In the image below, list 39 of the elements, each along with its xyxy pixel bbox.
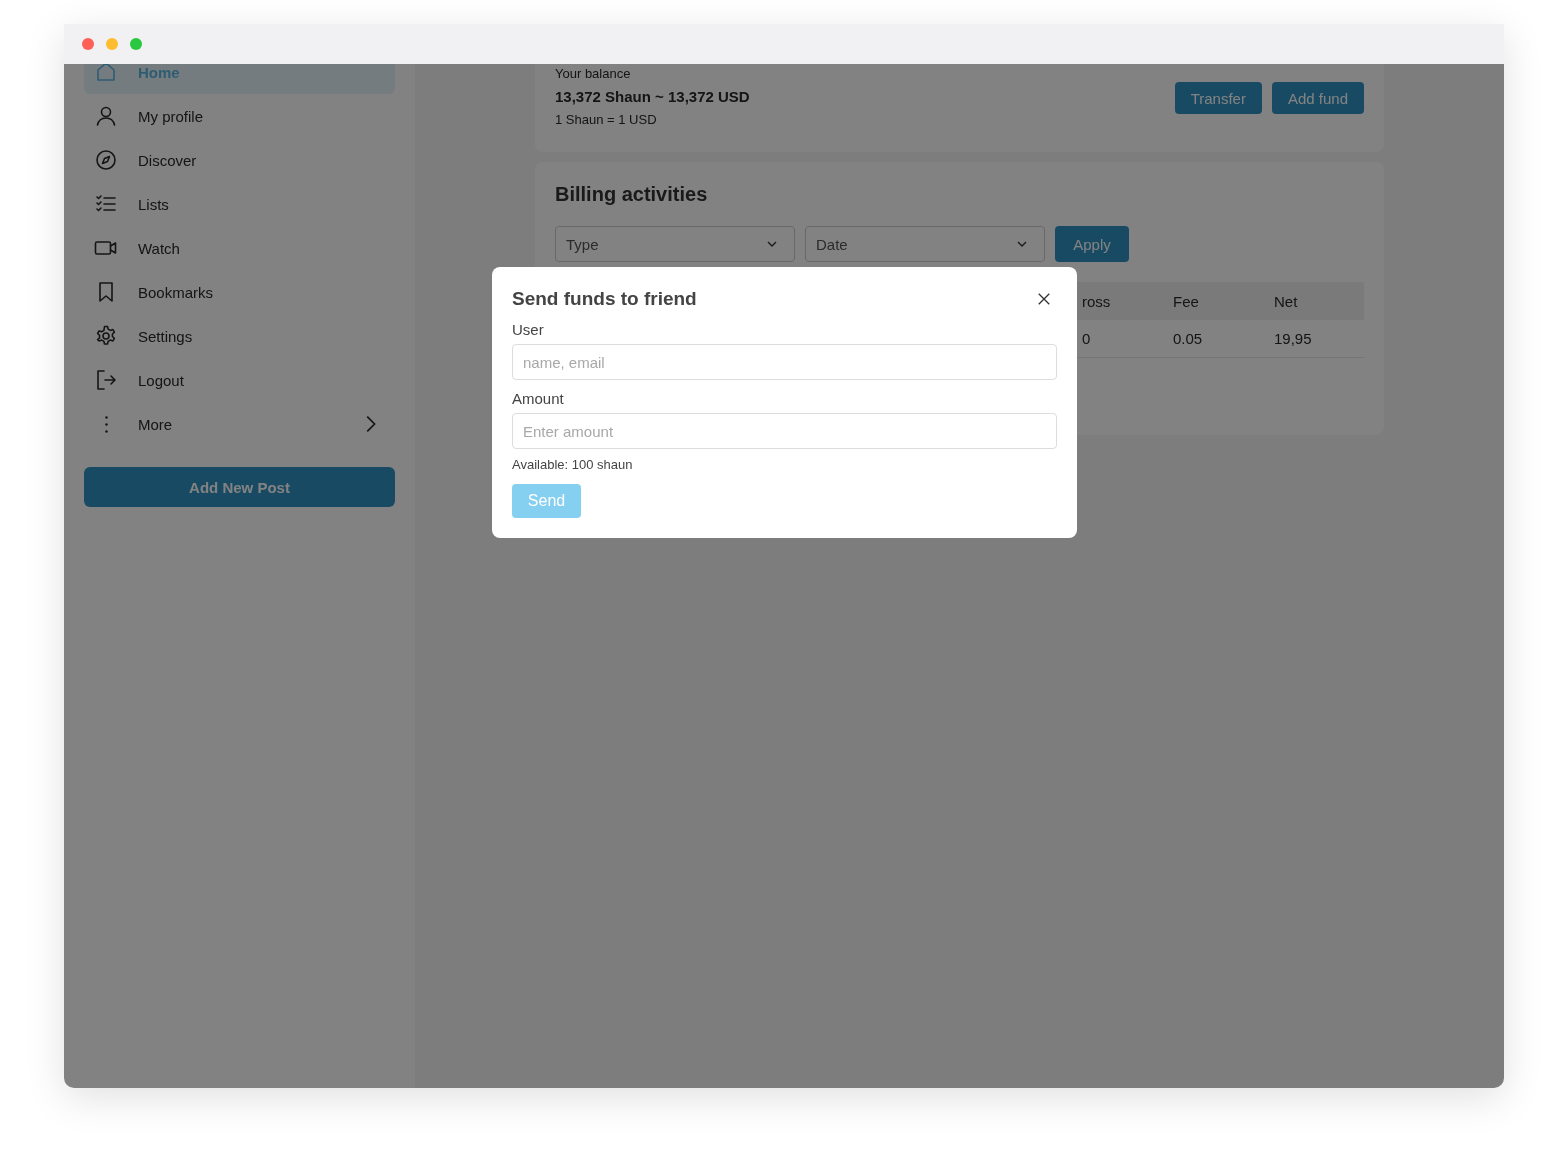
- field-label: User: [512, 321, 545, 338]
- input-field[interactable]: name, email: [512, 344, 1057, 380]
- settings-icon: [94, 324, 118, 348]
- exchange-rate: 1 Shaun = 1 USD: [555, 112, 658, 127]
- column-header: Fee: [1173, 292, 1200, 310]
- sidebar-item[interactable]: More: [84, 402, 395, 446]
- sidebar-item[interactable]: Discover: [84, 138, 395, 182]
- add-new-post-button[interactable]: Add New Post: [84, 467, 395, 507]
- sidebar-item[interactable]: My profile: [84, 94, 395, 138]
- sidebar-item[interactable]: Logout: [84, 358, 395, 402]
- home-icon: [94, 64, 118, 84]
- column-header: ross: [1082, 292, 1112, 310]
- available-note: Available: 100 shaun: [512, 457, 634, 472]
- window-control-dot[interactable]: [106, 38, 118, 50]
- table-cell-text: 19,95: [1274, 330, 1313, 347]
- more-icon: [105, 415, 108, 433]
- apply-button[interactable]: Apply: [1055, 226, 1129, 262]
- sidebar-item[interactable]: Bookmarks: [84, 270, 395, 314]
- filter-dropdown[interactable]: Type: [555, 226, 795, 262]
- dialog-title: Send funds to friend: [512, 288, 697, 310]
- user-icon: [94, 104, 118, 128]
- window-control-dot[interactable]: [82, 38, 94, 50]
- balance-label: Your balance: [555, 66, 632, 81]
- balance-action-button[interactable]: Transfer: [1174, 82, 1262, 114]
- window-control-dot[interactable]: [130, 38, 142, 50]
- logout-icon: [94, 368, 118, 392]
- billing-title: Billing activities: [555, 183, 709, 206]
- compass-icon: [94, 148, 118, 172]
- sidebar-item[interactable]: Settings: [84, 314, 395, 358]
- sidebar-item[interactable]: Lists: [84, 182, 395, 226]
- balance-action-button[interactable]: Add fund: [1271, 82, 1364, 114]
- table-cell-text: 0.05: [1173, 330, 1204, 347]
- balance-amount: 13,372 Shaun ~ 13,372 USD: [555, 88, 750, 105]
- field-label: Amount: [512, 390, 565, 407]
- sidebar-item[interactable]: Watch: [84, 226, 395, 270]
- table-cell-text: 0: [1082, 330, 1092, 347]
- filter-dropdown[interactable]: Date: [805, 226, 1045, 262]
- column-header: Net: [1274, 292, 1299, 310]
- input-field[interactable]: Enter amount: [512, 413, 1057, 449]
